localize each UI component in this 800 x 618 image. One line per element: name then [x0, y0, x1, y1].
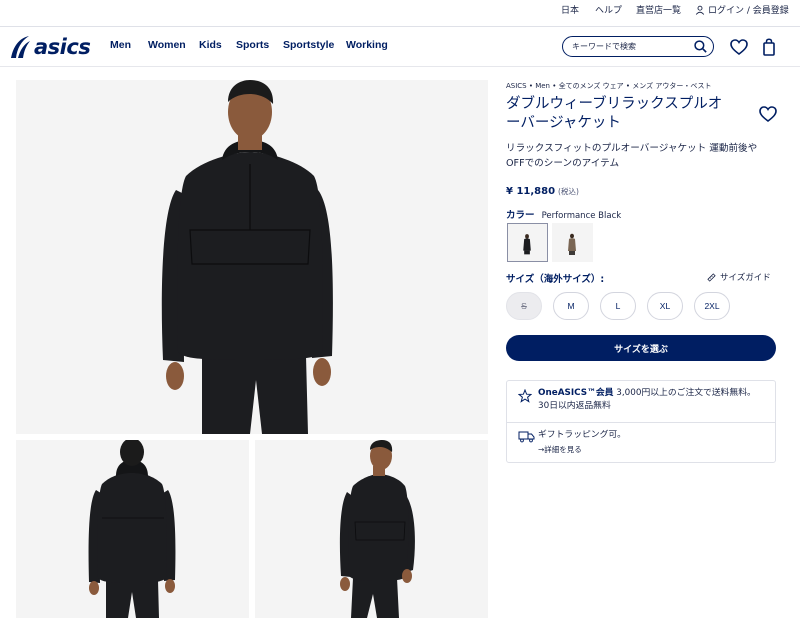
brown-jacket-thumbnail [568, 233, 576, 255]
select-size-button[interactable]: サイズを選ぶ [506, 335, 776, 361]
member-shipping-text: 3,000円以上のご注文で送料無料。 [613, 388, 756, 398]
main-header: asics Men Women Kids Sports Sportstyle W… [0, 26, 800, 67]
nav-men[interactable]: Men [110, 39, 131, 51]
help-link[interactable]: ヘルプ [595, 3, 622, 16]
bag-icon[interactable] [759, 37, 779, 57]
member-returns-text: 30日以内返品無料 [538, 401, 611, 411]
size-button-2xl[interactable]: 2XL [694, 292, 730, 320]
tax-note: (税込) [558, 187, 579, 196]
login-label: ログイン / 会員登録 [708, 6, 789, 16]
wishlist-heart-icon[interactable] [758, 104, 778, 124]
black-jacket-thumbnail [523, 234, 531, 255]
size-button-s[interactable]: S [506, 292, 542, 320]
price: ¥ 11,880 (税込) [506, 179, 579, 198]
description-line-1: リラックスフィットのプルオーバージャケット 運動前後や [506, 143, 758, 154]
product-image-side[interactable] [255, 440, 488, 618]
logo-wordmark: asics [34, 35, 91, 59]
nav-sports[interactable]: Sports [236, 39, 269, 51]
model-side-illustration [255, 440, 488, 618]
country-link[interactable]: 日本 [561, 3, 579, 16]
promo-box: OneASICS™会員 3,000円以上のご注文で送料無料。 30日以内返品無料… [506, 380, 776, 463]
login-link[interactable]: ログイン / 会員登録 [695, 3, 789, 16]
product-title-line-1: ダブルウィーブリラックスプルオ [506, 96, 723, 112]
search-icon[interactable] [693, 39, 708, 54]
heart-icon[interactable] [729, 37, 749, 57]
product-description: リラックスフィットのプルオーバージャケット 運動前後や OFFでのシーンのアイテ… [506, 141, 778, 171]
size-guide-link[interactable]: サイズガイド [707, 271, 771, 283]
description-line-2: OFFでのシーンのアイテム [506, 158, 620, 169]
gift-details-link[interactable]: →詳細を見る [538, 444, 582, 455]
member-brand: OneASICS™会員 [538, 388, 614, 398]
search-bar [562, 36, 714, 57]
size-guide-label: サイズガイド [720, 273, 771, 283]
model-back-illustration [16, 440, 249, 618]
utility-bar: 日本 ヘルプ 直営店一覧 ログイン / 会員登録 [0, 0, 800, 26]
user-icon [695, 5, 705, 15]
member-benefit-text: OneASICS™会員 3,000円以上のご注文で送料無料。 [538, 387, 756, 400]
nav-sportstyle[interactable]: Sportstyle [283, 39, 334, 51]
color-value: Performance Black [541, 211, 622, 221]
nav-kids[interactable]: Kids [199, 39, 222, 51]
color-swatch-brown[interactable] [552, 223, 593, 262]
asics-logo[interactable]: asics [8, 33, 91, 61]
gift-wrap-text: ギフトラッピング可。 [538, 430, 626, 440]
nav-women[interactable]: Women [148, 39, 186, 51]
product-image-back[interactable] [16, 440, 249, 618]
gift-truck-icon [518, 431, 535, 443]
product-title: ダブルウィーブリラックスプルオ ーバージャケット [506, 95, 751, 133]
asics-spiral-icon [11, 36, 30, 58]
price-amount: ¥ 11,880 [506, 186, 556, 197]
color-label: カラー [506, 210, 535, 221]
color-swatch-black[interactable] [507, 223, 548, 262]
search-input[interactable] [572, 40, 692, 53]
size-button-m[interactable]: M [553, 292, 589, 320]
size-button-l[interactable]: L [600, 292, 636, 320]
promo-divider [507, 422, 775, 423]
product-image-front[interactable] [16, 80, 488, 434]
color-row: カラー Performance Black [506, 203, 621, 222]
store-list-link[interactable]: 直営店一覧 [636, 3, 681, 16]
model-front-illustration [16, 80, 488, 434]
nav-working[interactable]: Working [346, 39, 388, 51]
star-icon [518, 389, 532, 403]
product-title-line-2: ーバージャケット [506, 115, 621, 131]
breadcrumb[interactable]: ASICS • Men • 全てのメンズ ウェア • メンズ アウター・ベスト [506, 81, 711, 91]
size-button-xl[interactable]: XL [647, 292, 683, 320]
ruler-icon [707, 272, 716, 282]
size-label: サイズ（海外サイズ）: [506, 274, 605, 285]
